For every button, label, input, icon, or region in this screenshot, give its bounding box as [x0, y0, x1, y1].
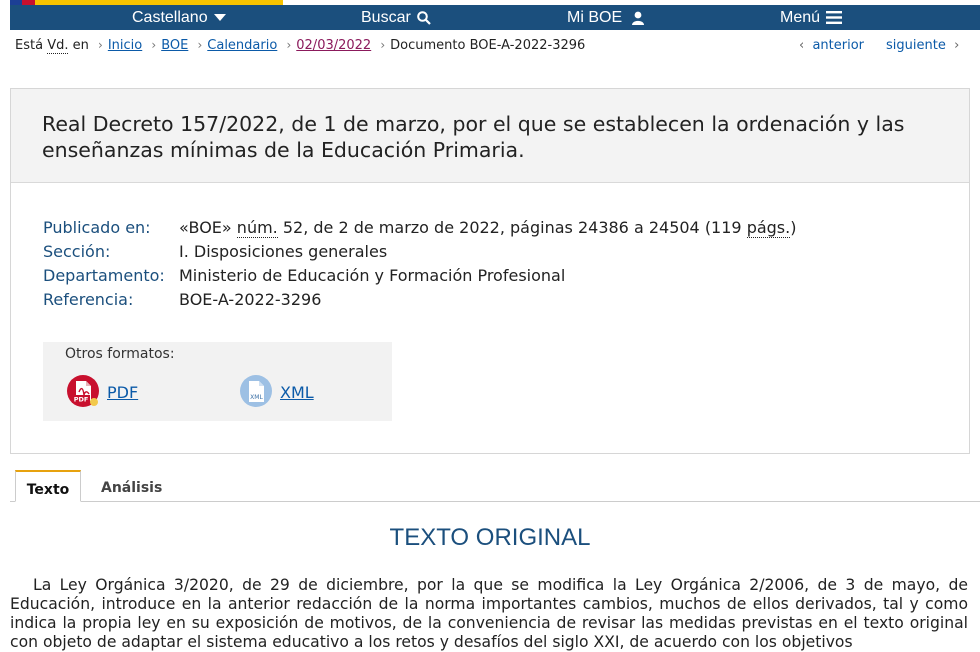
- top-nav-bar: Castellano Buscar Mi BOE Menú: [10, 5, 980, 30]
- breadcrumb: Está Vd. en › Inicio › BOE › Calendario › 02…: [15, 38, 586, 54]
- breadcrumb-current: Documento BOE-A-2022-3296: [390, 38, 586, 53]
- breadcrumb-link-calendario[interactable]: Calendario: [207, 38, 277, 53]
- chevron-right-icon: ›: [151, 38, 157, 52]
- svg-text:XML: XML: [250, 394, 263, 401]
- tab-analisis[interactable]: Análisis: [101, 470, 162, 500]
- published-value: «BOE» núm. 52, de 2 de marzo de 2022, pá…: [179, 218, 797, 238]
- department-value: Ministerio de Educación y Formación Prof…: [179, 266, 566, 285]
- caret-down-icon: [213, 13, 226, 21]
- previous-link[interactable]: ‹ anterior: [799, 38, 864, 53]
- other-formats-panel: Otros formatos: PDF PDF XML XML: [43, 342, 392, 421]
- pdf-link: PDF: [107, 383, 139, 402]
- search-icon: [416, 10, 431, 25]
- breadcrumb-link-boe[interactable]: BOE: [161, 38, 188, 53]
- breadcrumb-link-inicio[interactable]: Inicio: [108, 38, 142, 53]
- language-label: Castellano: [132, 9, 208, 26]
- language-selector[interactable]: Castellano: [132, 5, 226, 30]
- breadcrumb-prefix: Está Vd. en: [15, 38, 89, 54]
- section-label: Sección:: [43, 242, 111, 261]
- my-boe-button[interactable]: Mi BOE: [567, 5, 645, 30]
- reference-value: BOE-A-2022-3296: [179, 290, 322, 309]
- chevron-right-icon: ›: [197, 38, 203, 52]
- next-link[interactable]: siguiente ›: [886, 38, 959, 53]
- hamburger-icon: [826, 11, 843, 25]
- previous-label: anterior: [812, 38, 865, 53]
- chevron-right-icon: ›: [98, 38, 103, 52]
- other-formats-title: Otros formatos:: [65, 346, 175, 362]
- xml-file-icon: XML: [240, 375, 272, 407]
- chevron-right-icon: ›: [954, 38, 960, 53]
- user-icon: [632, 11, 645, 25]
- pdf-file-icon: PDF: [67, 375, 99, 407]
- tab-texto[interactable]: Texto: [15, 470, 81, 502]
- chevron-right-icon: ›: [380, 38, 386, 52]
- next-label: siguiente: [886, 38, 946, 53]
- search-label: Buscar: [361, 9, 411, 26]
- text-paragraph: La Ley Orgánica 3/2020, de 29 de diciemb…: [10, 576, 968, 651]
- chevron-right-icon: ›: [286, 38, 292, 52]
- chevron-left-icon: ‹: [799, 38, 805, 53]
- document-box: Real Decreto 157/2022, de 1 de marzo, po…: [10, 88, 970, 454]
- tab-bar: Texto Análisis: [10, 470, 980, 502]
- document-title-bar: Real Decreto 157/2022, de 1 de marzo, po…: [11, 89, 969, 183]
- text-heading: TEXTO ORIGINAL: [389, 524, 591, 551]
- breadcrumb-link-date[interactable]: 02/03/2022: [296, 38, 371, 53]
- xml-link: XML: [280, 383, 314, 402]
- published-label: Publicado en:: [43, 218, 151, 237]
- search-button[interactable]: Buscar: [361, 5, 431, 30]
- my-boe-label: Mi BOE: [567, 9, 623, 26]
- menu-button[interactable]: Menú: [780, 5, 843, 30]
- menu-label: Menú: [780, 9, 821, 26]
- reference-label: Referencia:: [43, 290, 134, 309]
- svg-text:PDF: PDF: [74, 396, 89, 404]
- department-label: Departamento:: [43, 266, 165, 285]
- document-title: Real Decreto 157/2022, de 1 de marzo, po…: [42, 112, 905, 162]
- section-value: I. Disposiciones generales: [179, 242, 388, 261]
